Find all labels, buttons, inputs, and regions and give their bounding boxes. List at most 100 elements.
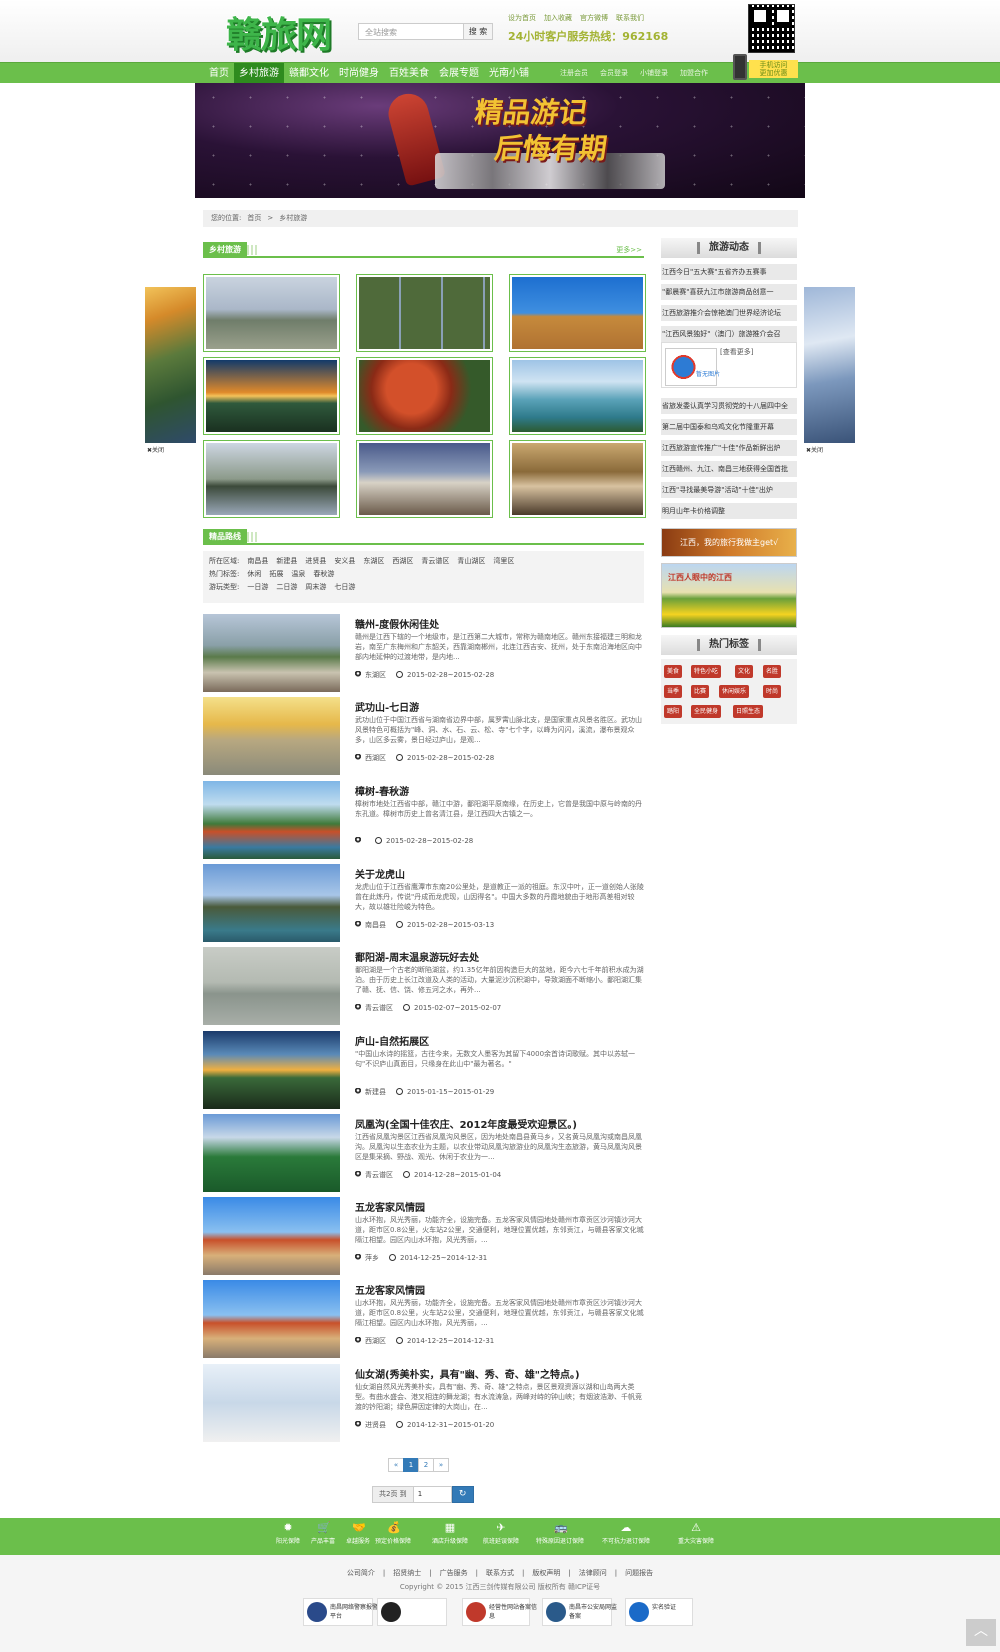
nav-item[interactable]: 光南小铺	[484, 63, 534, 84]
nav-account-link[interactable]: 注册会员	[560, 63, 588, 84]
footer-link[interactable]: 广告服务	[440, 1569, 468, 1577]
photo-tile[interactable]	[356, 274, 493, 352]
search-input[interactable]: 全站搜索	[358, 23, 464, 40]
sidebar-news-item[interactable]: 江西旅游推介会惊艳澳门世界经济论坛	[661, 305, 797, 321]
footer-badge[interactable]: 实名验证	[625, 1598, 693, 1626]
filter-option[interactable]: 西湖区	[392, 557, 413, 565]
hero-banner[interactable]: 精品游记 后悔有期	[195, 83, 805, 198]
sidebar-news-item[interactable]: "江西风景独好"（澳门）旅游推介会召	[661, 326, 797, 342]
article-title[interactable]: 五龙客家风情园	[355, 1199, 425, 1214]
filter-option[interactable]: 湾里区	[493, 557, 514, 565]
tag-chip[interactable]: 文化	[735, 665, 754, 678]
footer-link[interactable]: 问题报告	[625, 1569, 653, 1577]
pager-page-1[interactable]: 1	[403, 1458, 419, 1472]
sidebar-news-item[interactable]: 江西旅游宣传推广"十佳"作品新鲜出炉	[661, 440, 797, 456]
more-link[interactable]: 更多>>	[616, 245, 642, 255]
mobile-access-badge[interactable]: 手机访问 更加优惠	[733, 54, 800, 80]
nav-item[interactable]: 赣鄱文化	[284, 63, 334, 84]
article-title[interactable]: 赣州-度假休闲佳处	[355, 616, 439, 631]
filter-option[interactable]: 安义县	[334, 557, 355, 565]
tag-chip[interactable]: 比赛	[691, 685, 710, 698]
footer-link[interactable]: 招贤纳士	[393, 1569, 421, 1577]
pager-page-2[interactable]: 2	[418, 1458, 434, 1472]
tag-chip[interactable]: 时尚	[763, 685, 782, 698]
sidebar-news-item[interactable]: 第二届中国泰和乌鸡文化节隆重开幕	[661, 419, 797, 435]
float-close-right[interactable]: ✖关闭	[806, 445, 823, 454]
photo-tile[interactable]	[356, 357, 493, 435]
pager-prev[interactable]: «	[388, 1458, 404, 1472]
footer-badge[interactable]: 南昌网络警察报警平台	[303, 1598, 378, 1626]
float-ad-left[interactable]	[145, 287, 196, 443]
nav-item[interactable]: 首页	[204, 63, 234, 84]
article-title[interactable]: 凤凰沟(全国十佳农庄、2012年度最受欢迎景区。)	[355, 1116, 577, 1131]
filter-option[interactable]: 春秋游	[313, 570, 334, 578]
tag-chip[interactable]: 特色小吃	[691, 665, 722, 678]
article-image[interactable]	[203, 614, 340, 692]
nav-item[interactable]: 时尚健身	[334, 63, 384, 84]
nav-account-link[interactable]: 会员登录	[600, 63, 628, 84]
filter-option[interactable]: 休闲	[247, 570, 261, 578]
set-homepage-link[interactable]: 设为首页	[508, 14, 536, 22]
float-close-left[interactable]: ✖关闭	[147, 445, 164, 454]
weibo-link[interactable]: 官方微博	[580, 14, 608, 22]
photo-tile[interactable]	[509, 440, 646, 518]
filter-option[interactable]: 温泉	[291, 570, 305, 578]
sidebar-news-item[interactable]: 江西"寻找最美导游"活动"十佳"出炉	[661, 482, 797, 498]
pager-next[interactable]: »	[433, 1458, 449, 1472]
footer-guarantee[interactable]: 💰 预定价格保障	[368, 1522, 418, 1546]
article-image[interactable]	[203, 1030, 340, 1109]
sidebar-news-item[interactable]: 省旅发委认真学习贯彻党的十八届四中全	[661, 398, 797, 414]
footer-guarantee[interactable]: ▦ 酒店升级保障	[425, 1522, 475, 1546]
article-image[interactable]	[203, 697, 340, 776]
footer-badge[interactable]: 南昌市公安局网监备案	[542, 1598, 617, 1626]
nav-item[interactable]: 会展专题	[434, 63, 484, 84]
filter-option[interactable]: 七日游	[334, 583, 355, 591]
article-title[interactable]: 鄱阳湖-周末温泉游玩好去处	[355, 949, 479, 964]
tag-chip[interactable]: 踏阳	[664, 705, 683, 718]
filter-option[interactable]: 拓展	[269, 570, 283, 578]
footer-link[interactable]: 联系方式	[486, 1569, 514, 1577]
footer-guarantee[interactable]: ✈ 航班延误保障	[476, 1522, 526, 1546]
float-ad-right[interactable]	[804, 287, 855, 443]
sidebar-news-item[interactable]: 明月山年卡价格调整	[661, 503, 797, 519]
nav-account-link[interactable]: 加盟合作	[680, 63, 708, 84]
tag-chip[interactable]: 美食	[664, 665, 683, 678]
photo-tile[interactable]	[203, 440, 340, 518]
site-logo[interactable]: 赣旅网	[226, 6, 332, 58]
filter-option[interactable]: 青山湖区	[457, 557, 485, 565]
nav-item[interactable]: 百姓美食	[384, 63, 434, 84]
article-title[interactable]: 关于龙虎山	[355, 866, 405, 881]
filter-option[interactable]: 一日游	[247, 583, 268, 591]
article-title[interactable]: 仙女湖(秀美朴实，具有"幽、秀、奇、雄"之特点。)	[355, 1366, 580, 1381]
photo-tile[interactable]	[356, 440, 493, 518]
filter-option[interactable]: 东湖区	[363, 557, 384, 565]
sidebar-ad-jiangxi[interactable]: 江西人眼中的江西	[661, 563, 797, 628]
tag-chip[interactable]: 全民健身	[691, 705, 722, 718]
nav-item[interactable]: 乡村旅游	[234, 63, 284, 84]
add-favorite-link[interactable]: 加入收藏	[544, 14, 572, 22]
breadcrumb-current[interactable]: 乡村旅游	[279, 214, 307, 222]
article-title[interactable]: 庐山-自然拓展区	[355, 1033, 429, 1048]
article-title[interactable]: 五龙客家风情园	[355, 1282, 425, 1297]
tag-chip[interactable]: 名胜	[763, 665, 782, 678]
footer-badge[interactable]: 经营性网站备案信息	[462, 1598, 537, 1626]
filter-option[interactable]: 周末游	[305, 583, 326, 591]
article-title[interactable]: 樟树-春秋游	[355, 783, 409, 798]
footer-badge[interactable]	[377, 1598, 447, 1626]
photo-tile[interactable]	[509, 357, 646, 435]
filter-option[interactable]: 进贤县	[305, 557, 326, 565]
article-image[interactable]	[203, 863, 340, 942]
article-image[interactable]	[203, 1197, 340, 1276]
tag-chip[interactable]: 休闲娱乐	[719, 685, 750, 698]
sidebar-thumbnail[interactable]: [查看更多] 暂无图片	[661, 342, 797, 388]
photo-tile[interactable]	[203, 274, 340, 352]
tag-chip[interactable]: 当季	[664, 685, 683, 698]
photo-tile[interactable]	[509, 274, 646, 352]
filter-option[interactable]: 南昌县	[247, 557, 268, 565]
article-image[interactable]	[203, 1280, 340, 1359]
article-image[interactable]	[203, 780, 340, 859]
sidebar-news-item[interactable]: 江西赣州、九江、南昌三地获得全国首批	[661, 461, 797, 477]
article-image[interactable]	[203, 947, 340, 1026]
footer-link[interactable]: 公司简介	[347, 1569, 375, 1577]
filter-option[interactable]: 二日游	[276, 583, 297, 591]
